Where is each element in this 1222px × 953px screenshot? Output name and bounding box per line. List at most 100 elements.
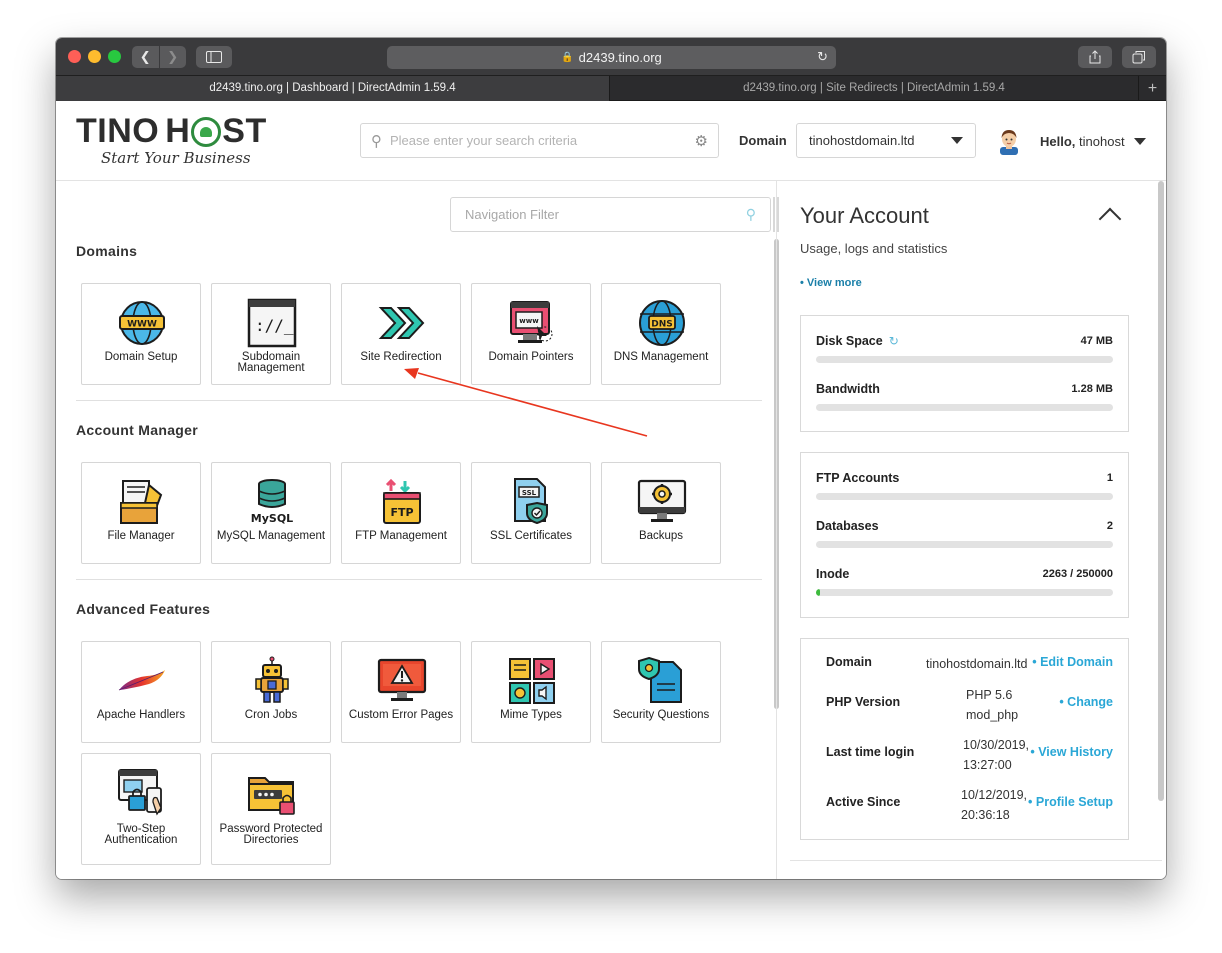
ssl-certificates-tile[interactable]: SSL SSL Certificates: [471, 462, 591, 564]
tab-bar: d2439.tino.org | Dashboard | DirectAdmin…: [56, 76, 1166, 101]
usage-bar: [816, 541, 1113, 548]
info-value: 10/12/2019, 20:36:18: [961, 785, 1027, 825]
stat-name: Bandwidth: [816, 382, 880, 396]
new-tab-button[interactable]: +: [1139, 76, 1166, 101]
site-header: TINOH ST Start Your Business ⚲ ⚙ Domain t…: [56, 101, 1166, 181]
subdomain-management-tile[interactable]: ://_ Subdomain Management: [211, 283, 331, 385]
apache-handlers-tile[interactable]: Apache Handlers: [81, 641, 201, 743]
monitor-warning-icon: [377, 658, 427, 701]
tile-label: SSL Certificates: [489, 530, 573, 542]
section-divider: [76, 400, 762, 401]
info-row-php-version: PHP Version PHP 5.6 mod_php • Change: [826, 685, 1113, 725]
backups-tile[interactable]: Backups: [601, 462, 721, 564]
section-title-advanced-features: Advanced Features: [76, 601, 211, 617]
usage-bar: [816, 589, 1113, 596]
password-protected-directories-tile[interactable]: Password Protected Directories: [211, 753, 331, 865]
username-text: tinohost: [1079, 134, 1125, 149]
zoom-window-button[interactable]: [108, 50, 121, 63]
globe-dns-icon: DNS: [639, 300, 685, 346]
column-divider: [776, 181, 777, 879]
domain-setup-tile[interactable]: WWW Domain Setup: [81, 283, 201, 385]
domain-pointers-tile[interactable]: www Domain Pointers: [471, 283, 591, 385]
tab-site-redirects[interactable]: d2439.tino.org | Site Redirects | Direct…: [610, 76, 1139, 101]
user-greeting[interactable]: Hello, tinohost: [1040, 134, 1125, 149]
info-row-active-since: Active Since 10/12/2019, 20:36:18 • Profi…: [826, 785, 1113, 825]
global-search: ⚲ ⚙: [360, 123, 719, 158]
refresh-icon[interactable]: ↻: [889, 334, 899, 348]
tile-label: Security Questions: [612, 709, 710, 721]
close-window-button[interactable]: [68, 50, 81, 63]
info-value-line: mod_php: [966, 708, 1019, 722]
logo-house-icon: [191, 117, 222, 147]
tile-label: Domain Pointers: [488, 351, 574, 363]
info-value-line: 10/12/2019,: [961, 788, 1028, 802]
user-avatar[interactable]: [996, 127, 1022, 155]
tile-label: Apache Handlers: [96, 709, 186, 721]
svg-text:SSL: SSL: [522, 489, 537, 497]
address-bar[interactable]: 🔒 d2439.tino.org ↻: [387, 46, 836, 69]
collapse-chevron-up-icon[interactable]: [1098, 207, 1122, 231]
logo-tagline: Start Your Business: [101, 149, 251, 167]
user-menu-chevron-icon[interactable]: [1134, 138, 1146, 145]
redirect-arrows-icon: [378, 307, 425, 339]
navigation-filter-input[interactable]: [465, 207, 746, 222]
tile-label: MySQL Management: [216, 530, 326, 542]
back-icon[interactable]: ❮: [132, 46, 159, 68]
forward-icon[interactable]: ❯: [158, 46, 187, 68]
tile-label: Backups: [638, 530, 684, 542]
stat-value: 1.28 MB: [1071, 383, 1113, 395]
section-title-domains: Domains: [76, 243, 138, 259]
stat-name-text: Disk Space: [816, 334, 883, 348]
domain-select[interactable]: tinohostdomain.ltd: [796, 123, 976, 158]
security-questions-tile[interactable]: Security Questions: [601, 641, 721, 743]
stat-value: 47 MB: [1080, 335, 1113, 347]
site-redirection-tile[interactable]: Site Redirection: [341, 283, 461, 385]
tab-dashboard[interactable]: d2439.tino.org | Dashboard | DirectAdmin…: [56, 76, 610, 101]
cron-jobs-tile[interactable]: Cron Jobs: [211, 641, 331, 743]
search-input[interactable]: [390, 133, 695, 148]
profile-setup-link[interactable]: • Profile Setup: [1028, 795, 1113, 809]
minimize-window-button[interactable]: [88, 50, 101, 63]
info-value-line: 10/30/2019,: [963, 738, 1030, 752]
info-row-last-login: Last time login 10/30/2019, 13:27:00 • Vi…: [826, 735, 1113, 775]
stat-name: Databases: [816, 519, 879, 533]
usage-bar: [816, 404, 1113, 411]
file-manager-tile[interactable]: File Manager: [81, 462, 201, 564]
tinohost-logo[interactable]: TINO H ST Start Your Business: [76, 113, 267, 167]
mysql-management-tile[interactable]: MySQL MySQL Management: [211, 462, 331, 564]
dns-management-tile[interactable]: DNS DNS Management: [601, 283, 721, 385]
svg-text:www: www: [519, 317, 539, 325]
address-text: d2439.tino.org: [578, 50, 662, 65]
sidebar-scrollbar[interactable]: [1158, 181, 1164, 801]
info-value: tinohostdomain.ltd: [926, 657, 1028, 671]
edit-domain-link[interactable]: • Edit Domain: [1032, 655, 1113, 669]
gear-icon[interactable]: ⚙: [695, 132, 708, 150]
svg-text:://_: ://_: [255, 316, 294, 335]
tab-overview-button[interactable]: [1122, 46, 1156, 68]
filter-handle-bar: [773, 197, 775, 232]
view-history-link[interactable]: • View History: [1030, 745, 1113, 759]
view-more-link[interactable]: • View more: [800, 277, 862, 289]
svg-text:FTP: FTP: [390, 506, 413, 519]
main-navigation: ⚲ Domains WWW Domain Setup: [56, 181, 779, 879]
ftp-management-tile[interactable]: FTP FTP Management: [341, 462, 461, 564]
sidebar-toggle-button[interactable]: [196, 46, 232, 68]
reload-icon[interactable]: ↻: [817, 49, 828, 65]
two-step-authentication-tile[interactable]: Two-Step Authentication: [81, 753, 201, 865]
tile-label: FTP Management: [355, 530, 447, 542]
info-key: PHP Version: [826, 695, 901, 709]
terminal-window-icon: ://_: [247, 298, 297, 348]
share-button[interactable]: [1078, 46, 1112, 68]
tile-label: DNS Management: [613, 351, 709, 363]
folder-lock-icon: [248, 777, 295, 815]
tabs-icon: [1132, 51, 1145, 64]
info-key: Last time login: [826, 745, 915, 759]
lock-icon: 🔒: [561, 52, 574, 63]
info-value: 10/30/2019, 13:27:00: [963, 735, 1029, 775]
two-step-lock-icon: [118, 769, 162, 816]
info-value-line: 13:27:00: [963, 758, 1012, 772]
custom-error-pages-tile[interactable]: Custom Error Pages: [341, 641, 461, 743]
filter-search-icon: ⚲: [745, 206, 756, 222]
mime-types-tile[interactable]: Mime Types: [471, 641, 591, 743]
change-php-link[interactable]: • Change: [1059, 695, 1113, 709]
